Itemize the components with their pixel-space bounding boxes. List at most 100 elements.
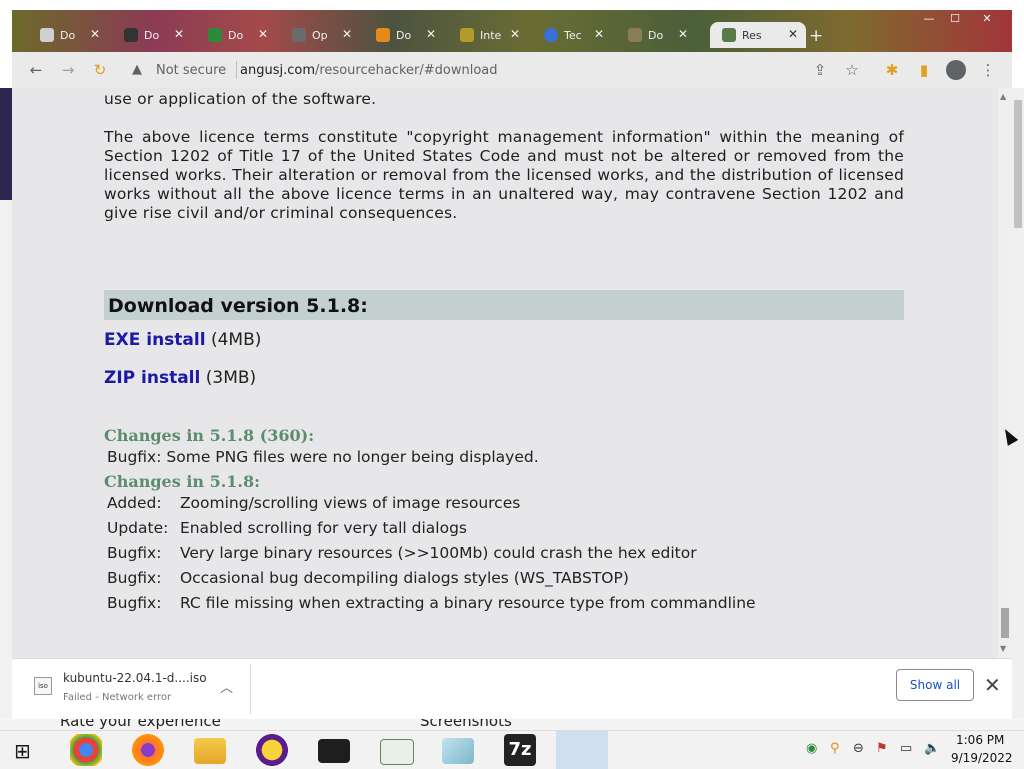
desktop-background-left-lower xyxy=(0,200,12,720)
network-tray-icon[interactable]: ◉ xyxy=(806,741,817,756)
scroll-thumb[interactable] xyxy=(1001,608,1009,638)
browser-toolbar: ← → ↻ ▲ Not secure angusj.com/resourceha… xyxy=(12,52,1012,88)
close-icon[interactable]: ✕ xyxy=(258,27,268,41)
forward-arrow-icon[interactable]: → xyxy=(58,60,78,80)
change-item: Bugfix: Some PNG files were no longer be… xyxy=(107,448,539,466)
close-icon[interactable]: ✕ xyxy=(426,27,436,41)
close-icon[interactable]: ✕ xyxy=(90,27,100,41)
background-scroll-thumb[interactable] xyxy=(1014,100,1022,228)
scroll-down-arrow-icon[interactable]: ▼ xyxy=(1000,644,1006,653)
show-all-button[interactable]: Show all xyxy=(896,669,974,701)
notepad-icon[interactable] xyxy=(380,739,414,765)
firefox-icon[interactable] xyxy=(132,734,164,766)
tab-6[interactable]: Inte ✕ xyxy=(448,22,528,48)
address-bar[interactable]: ▲ Not secure angusj.com/resourcehacker/#… xyxy=(122,56,882,84)
download-shelf: iso kubuntu-22.04.1-d....iso Failed - Ne… xyxy=(12,658,1012,719)
url-divider xyxy=(236,61,237,79)
close-icon[interactable]: ✕ xyxy=(510,27,520,41)
search-tray-icon[interactable]: ⚲ xyxy=(830,741,840,756)
minus-tray-icon[interactable]: ⊖ xyxy=(853,741,864,756)
profile-avatar[interactable] xyxy=(946,60,966,80)
7zip-icon[interactable]: 7z xyxy=(504,734,536,766)
security-status[interactable]: Not secure xyxy=(156,63,226,78)
back-arrow-icon[interactable]: ← xyxy=(26,60,46,80)
tab-6-label: Inte xyxy=(480,28,502,42)
close-icon[interactable]: ✕ xyxy=(678,27,688,41)
desktop-background-left xyxy=(0,88,12,200)
tab-1[interactable]: Do ✕ xyxy=(28,22,108,48)
change-kind: Bugfix: xyxy=(107,569,162,587)
page-content: use or application of the software. The … xyxy=(12,88,998,658)
share-icon[interactable]: ⇪ xyxy=(810,60,830,80)
chrome-icon[interactable] xyxy=(70,734,102,766)
file-explorer-icon[interactable] xyxy=(194,738,226,764)
new-tab-button[interactable]: + xyxy=(809,26,823,46)
zip-download-row: ZIP install (3MB) xyxy=(104,368,256,388)
reload-icon[interactable]: ↻ xyxy=(90,60,110,80)
circle-icon xyxy=(544,28,558,42)
download-file-name[interactable]: kubuntu-22.04.1-d....iso xyxy=(63,671,207,685)
close-icon[interactable]: ✕ xyxy=(342,27,352,41)
side-panel-icon[interactable]: ▮ xyxy=(914,60,934,80)
change-text: Some PNG files were no longer being disp… xyxy=(166,448,539,466)
tab-8[interactable]: Do ✕ xyxy=(616,22,696,48)
maximize-icon[interactable]: ☐ xyxy=(946,12,964,26)
yahoo-messenger-icon[interactable] xyxy=(256,734,288,766)
url-text[interactable]: angusj.com/resourcehacker/#download xyxy=(240,63,498,78)
background-text-left: Rate your experience xyxy=(60,718,221,730)
windows-taskbar: ⊞ 7z ◉ ⚲ ⊖ ⚑ ▭ 🔈 1:06 PM 9/19/2022 xyxy=(0,730,1024,769)
close-icon[interactable]: ✕ xyxy=(174,27,184,41)
background-page-strip: Rate your experience Screenshots xyxy=(0,718,1024,730)
zip-size: (3MB) xyxy=(205,368,257,388)
scroll-up-arrow-icon[interactable]: ▲ xyxy=(1000,92,1006,101)
change-text: Occasional bug decompiling dialogs style… xyxy=(179,569,629,587)
menu-kebab-icon[interactable]: ⋮ xyxy=(978,60,998,80)
change-kind: Update: xyxy=(107,519,169,537)
background-text-right: Screenshots xyxy=(420,718,512,730)
monitor-tray-icon[interactable]: ▭ xyxy=(900,741,912,756)
network-icon[interactable] xyxy=(556,731,608,769)
close-icon[interactable]: ✕ xyxy=(594,27,604,41)
tab-3[interactable]: Do ✕ xyxy=(196,22,276,48)
exe-download-row: EXE install (4MB) xyxy=(104,330,261,350)
tab-7[interactable]: Tec ✕ xyxy=(532,22,612,48)
window-close-icon[interactable]: ✕ xyxy=(978,12,996,26)
download-section-bar: Download version 5.1.8: xyxy=(104,290,904,320)
tab-4[interactable]: Op ✕ xyxy=(280,22,360,48)
tab-2-label: Do xyxy=(144,28,160,42)
download-heading: Download version 5.1.8: xyxy=(108,295,368,317)
bookmark-star-icon[interactable]: ☆ xyxy=(842,60,862,80)
change-kind: Bugfix: xyxy=(107,544,162,562)
change-text: Enabled scrolling for very tall dialogs xyxy=(179,519,468,537)
tab-7-label: Tec xyxy=(564,28,582,42)
vlc-icon xyxy=(376,28,390,42)
change-kind: Bugfix: xyxy=(107,594,162,612)
notebook-icon[interactable] xyxy=(442,738,474,764)
changes-heading-360: Changes in 5.1.8 (360): xyxy=(104,426,315,445)
minimize-icon[interactable]: — xyxy=(920,12,938,26)
flag-tray-icon[interactable]: ⚑ xyxy=(876,741,888,756)
tab-2[interactable]: Do ✕ xyxy=(112,22,192,48)
page-scrollbar[interactable]: ▲ ▼ xyxy=(998,88,1012,658)
change-item: Bugfix: Occasional bug decompiling dialo… xyxy=(107,569,629,587)
speaker-icon[interactable]: 🔈 xyxy=(924,741,940,756)
change-item: Bugfix: RC file missing when extracting … xyxy=(107,594,756,612)
clock-date[interactable]: 9/19/2022 xyxy=(951,751,1013,765)
zip-install-link[interactable]: ZIP install xyxy=(104,368,200,388)
chevron-up-icon[interactable]: ︿ xyxy=(220,677,233,696)
tab-5[interactable]: Do ✕ xyxy=(364,22,444,48)
close-icon[interactable]: ✕ xyxy=(788,27,798,41)
tab-strip: Do ✕ Do ✕ Do ✕ Op ✕ Do ✕ Inte ✕ Tec ✕ Do ✕ Res ✕ … xyxy=(12,10,1012,52)
windows-start-icon[interactable]: ⊞ xyxy=(14,739,31,763)
exe-install-link[interactable]: EXE install xyxy=(104,330,206,350)
extensions-puzzle-icon[interactable]: ✱ xyxy=(882,60,902,80)
tab-4-label: Op xyxy=(312,28,328,42)
iso-file-icon: iso xyxy=(34,677,52,695)
change-kind: Bugfix: xyxy=(107,448,162,466)
tab-active-label: Res xyxy=(742,28,762,42)
close-shelf-icon[interactable]: ✕ xyxy=(984,673,1001,697)
warning-triangle-icon[interactable]: ▲ xyxy=(132,62,142,77)
clock-time[interactable]: 1:06 PM xyxy=(956,733,1004,747)
terminal-icon[interactable] xyxy=(318,739,350,763)
tab-active[interactable]: Res ✕ xyxy=(710,22,806,48)
